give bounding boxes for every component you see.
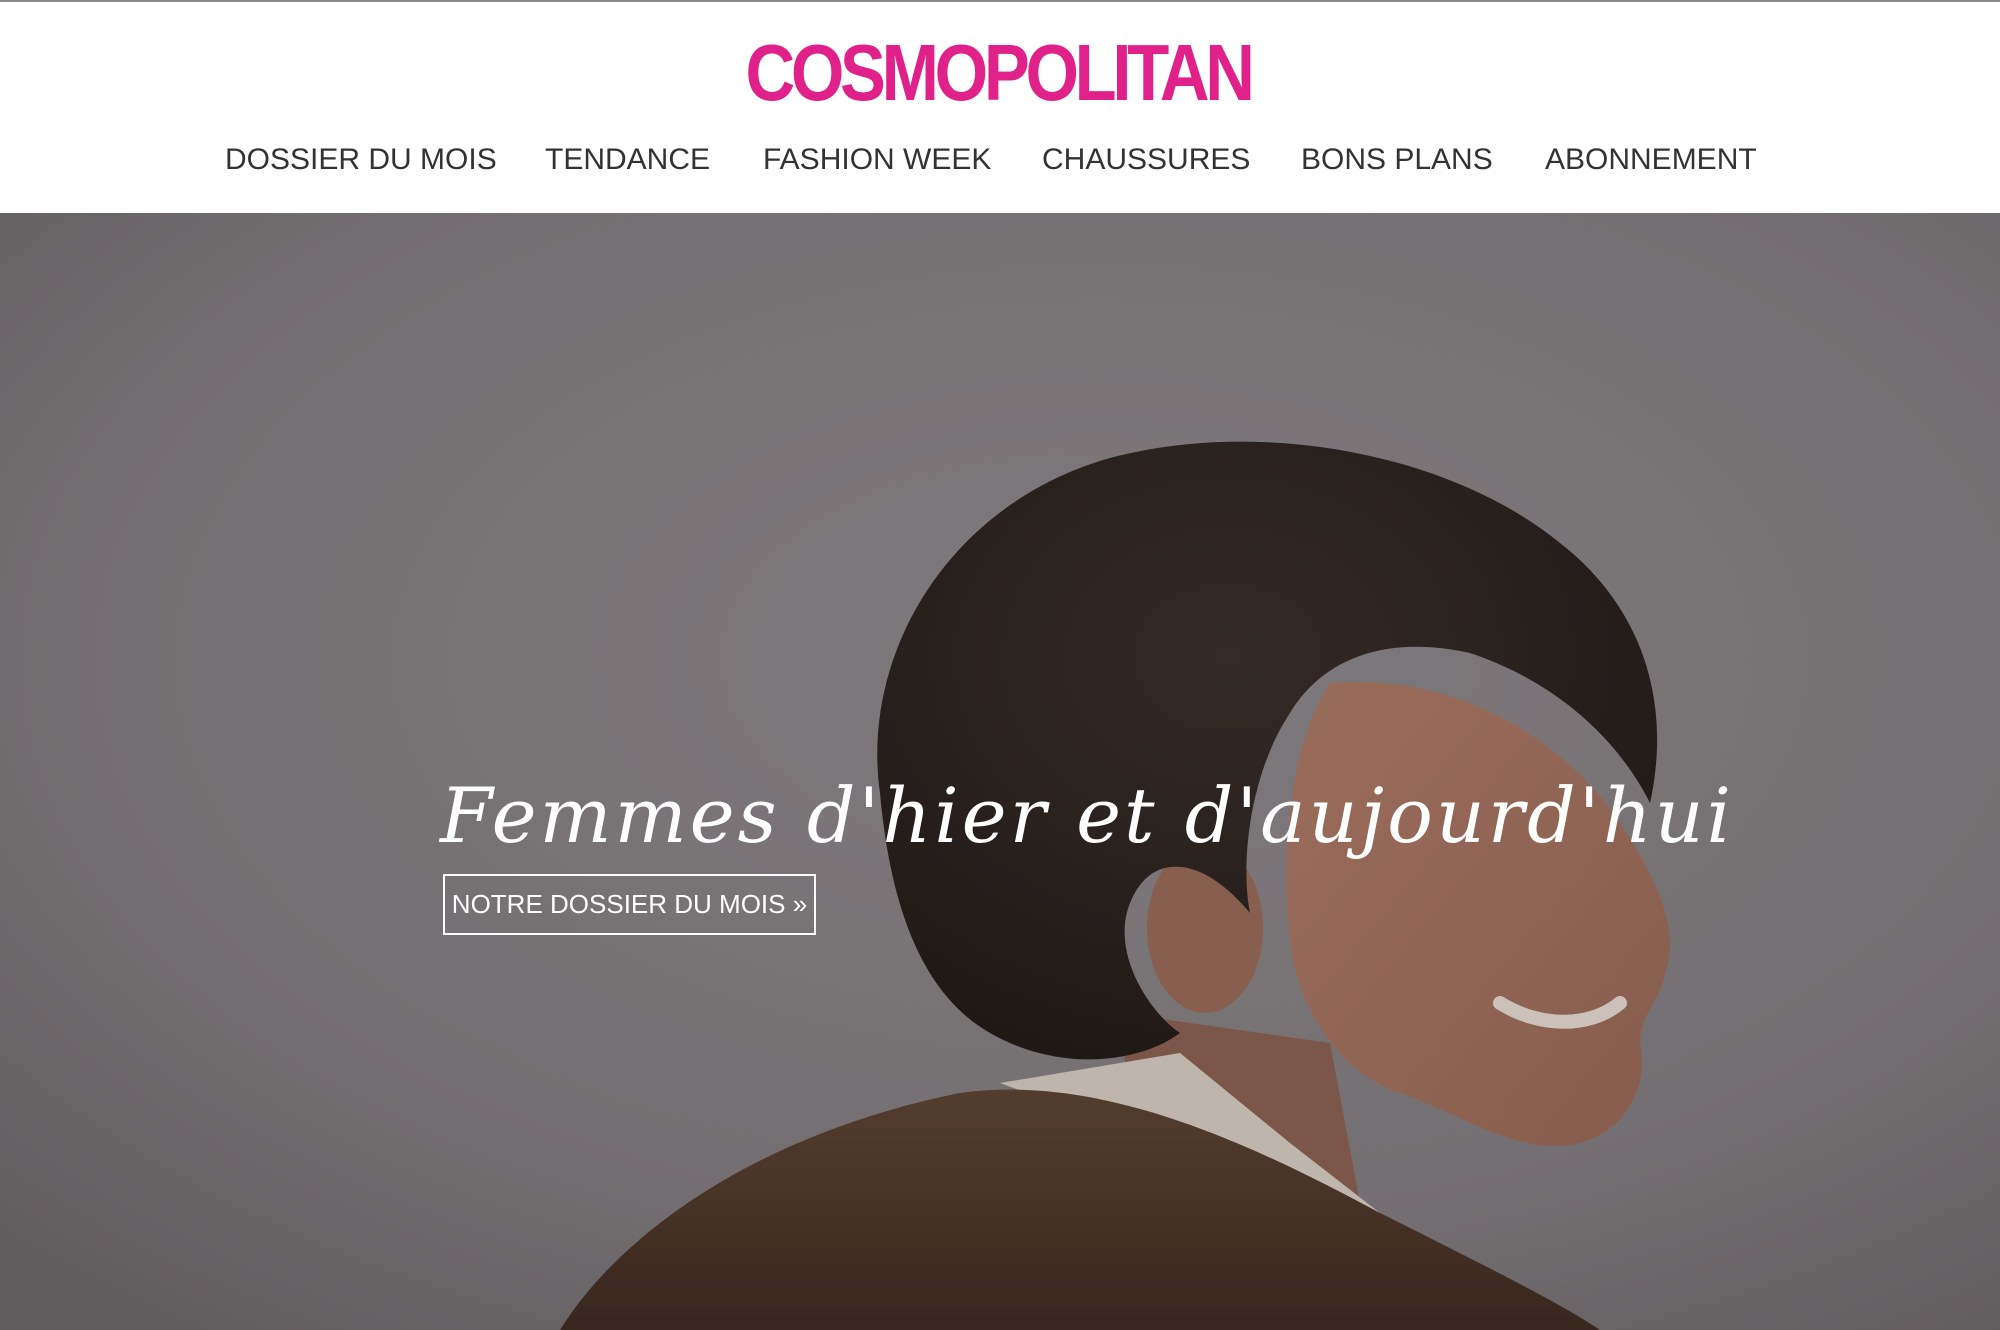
nav-item-abonnement[interactable]: ABONNEMENT — [1545, 138, 1757, 182]
cosmopolitan-logo[interactable]: COSMOPOLITAN — [138, 28, 1858, 118]
dossier-du-mois-button[interactable]: NOTRE DOSSIER DU MOIS » — [443, 874, 816, 935]
nav-item-bons-plans[interactable]: BONS PLANS — [1301, 138, 1493, 182]
main-navigation: DOSSIER DU MOIS TENDANCE FASHION WEEK CH… — [0, 138, 2000, 182]
hero-banner[interactable]: Femmes d'hier et d'aujourd'hui NOTRE DOS… — [0, 213, 2000, 1330]
hero-headline: Femmes d'hier et d'aujourd'hui — [440, 771, 1734, 860]
nav-item-dossier-du-mois[interactable]: DOSSIER DU MOIS — [225, 138, 497, 182]
nav-item-chaussures[interactable]: CHAUSSURES — [1042, 138, 1250, 182]
site-header: COSMOPOLITAN DOSSIER DU MOIS TENDANCE FA… — [0, 2, 2000, 213]
page: COSMOPOLITAN DOSSIER DU MOIS TENDANCE FA… — [0, 0, 2000, 1330]
nav-item-fashion-week[interactable]: FASHION WEEK — [763, 138, 991, 182]
nav-item-tendance[interactable]: TENDANCE — [545, 138, 710, 182]
